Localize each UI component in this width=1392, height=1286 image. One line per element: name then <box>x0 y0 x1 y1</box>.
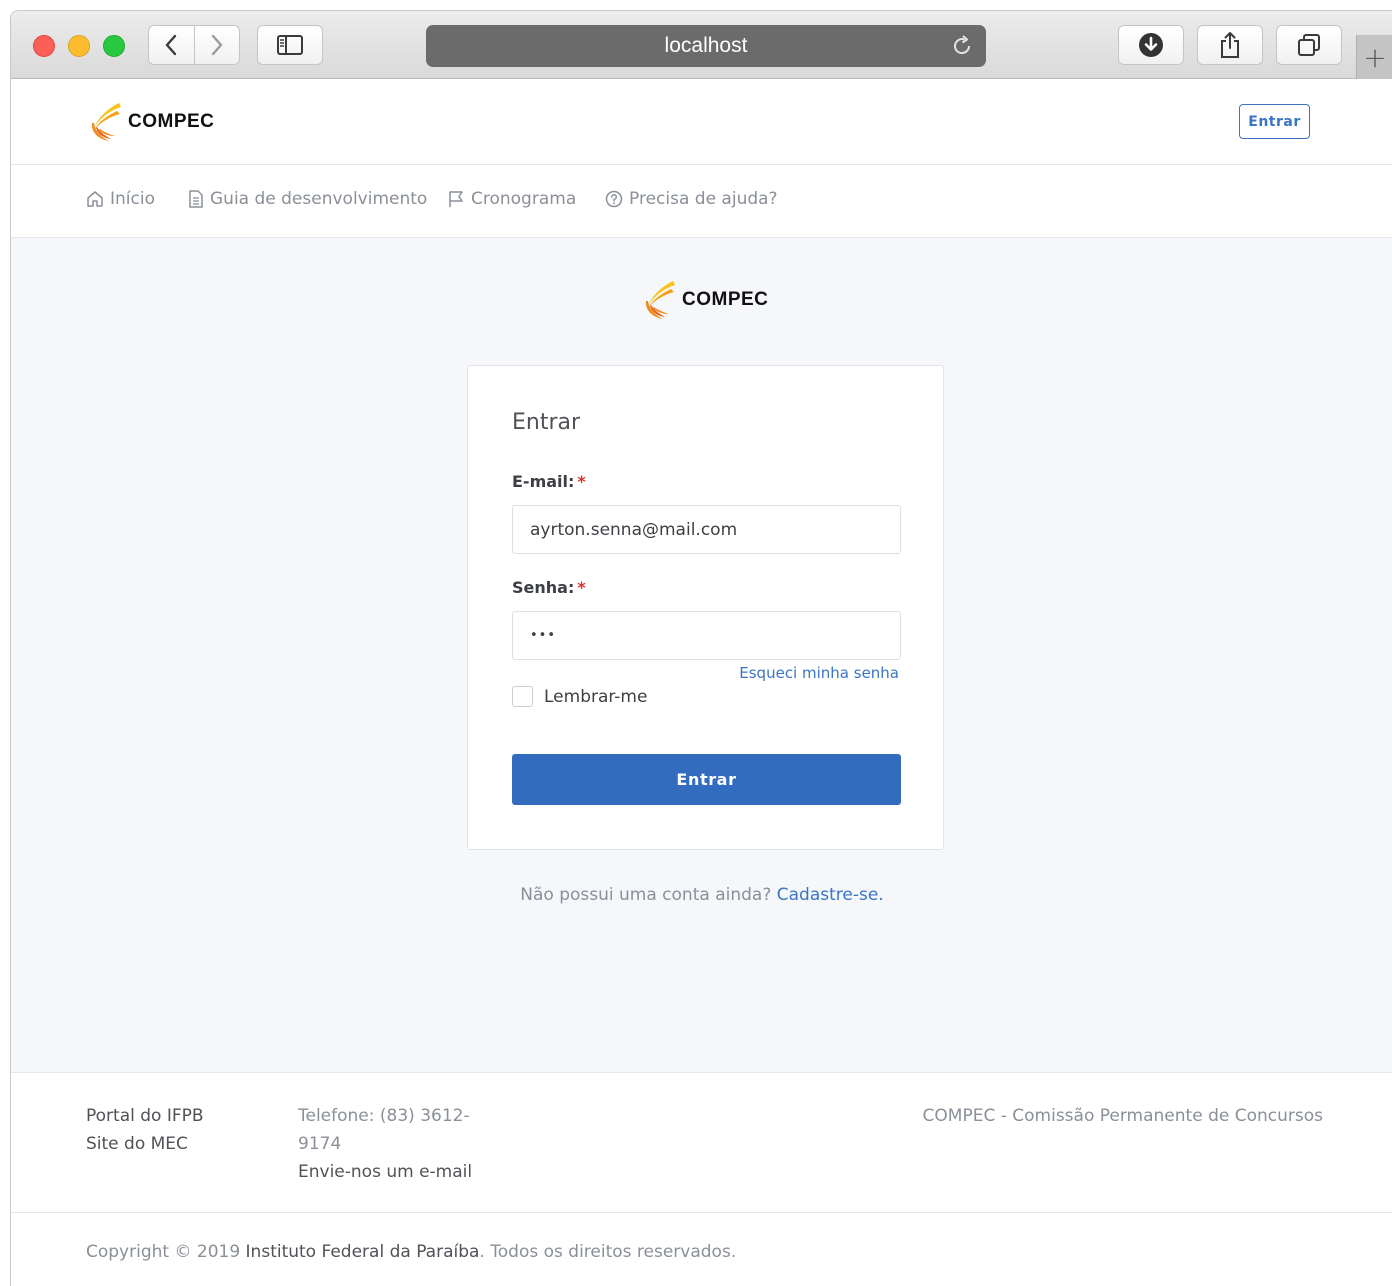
signup-prompt: Não possui uma conta ainda? Cadastre-se. <box>11 885 1392 905</box>
chevron-left-icon <box>166 34 177 56</box>
share-button[interactable] <box>1197 25 1263 65</box>
nav-item-ajuda[interactable]: Precisa de ajuda? <box>605 189 778 209</box>
email-field[interactable]: ayrton.senna@mail.com <box>512 505 901 554</box>
zoom-window-button[interactable] <box>103 35 125 57</box>
login-title: Entrar <box>512 410 581 435</box>
footer-links: Portal do IFPB Site do MEC <box>86 1102 204 1158</box>
tabs-icon <box>1298 34 1320 56</box>
tabs-overview-button[interactable] <box>1276 25 1342 65</box>
remember-me-label: Lembrar-me <box>544 686 648 707</box>
nav-item-cronograma[interactable]: Cronograma <box>448 189 576 209</box>
back-button[interactable] <box>149 26 195 64</box>
site-footer: Portal do IFPB Site do MEC Telefone: (83… <box>11 1072 1392 1286</box>
header-login-button[interactable]: Entrar <box>1239 104 1310 139</box>
web-page: COMPEC Entrar Início Guia de desenvolvim… <box>11 79 1392 1286</box>
url-text: localhost <box>664 34 748 57</box>
password-field[interactable]: ••• <box>512 611 901 660</box>
new-tab-button[interactable]: + <box>1356 35 1392 79</box>
site-header: COMPEC Entrar <box>11 79 1392 165</box>
password-value: ••• <box>530 628 557 643</box>
chevron-right-icon <box>211 34 222 56</box>
email-value: ayrton.senna@mail.com <box>530 519 738 540</box>
browser-toolbar: localhost + <box>11 11 1392 79</box>
nav-item-label: Guia de desenvolvimento <box>210 189 428 209</box>
remember-me[interactable]: Lembrar-me <box>512 686 647 707</box>
signup-text: Não possui uma conta ainda? <box>520 885 772 905</box>
browser-window: localhost + COMPEC Entrar Início Guia de… <box>10 10 1392 1286</box>
footer-org: COMPEC - Comissão Permanente de Concurso… <box>922 1106 1323 1126</box>
download-icon <box>1139 33 1163 57</box>
footer-bottom: Copyright © 2019 Instituto Federal da Pa… <box>11 1212 1392 1286</box>
login-brand-name: COMPEC <box>682 289 769 310</box>
document-icon <box>189 190 203 208</box>
footer-phone-line2: 9174 <box>298 1134 342 1154</box>
address-bar[interactable]: localhost <box>426 25 986 67</box>
remember-me-checkbox[interactable] <box>512 686 533 707</box>
header-brand-name: COMPEC <box>128 111 215 132</box>
header-logo[interactable]: COMPEC <box>89 101 214 143</box>
nav-item-label: Precisa de ajuda? <box>629 189 778 209</box>
required-mark: * <box>577 472 586 491</box>
footer-phone-line1: Telefone: (83) 3612- <box>298 1106 470 1126</box>
required-mark: * <box>577 578 586 597</box>
nav-item-label: Início <box>110 189 155 209</box>
footer-email-link[interactable]: Envie-nos um e-mail <box>298 1158 472 1186</box>
nav-item-label: Cronograma <box>471 189 577 209</box>
help-circle-icon <box>605 190 623 208</box>
nav-item-inicio[interactable]: Início <box>86 189 155 209</box>
copyright-org-link[interactable]: Instituto Federal da Paraíba <box>246 1242 480 1262</box>
compec-logo-icon <box>645 281 675 319</box>
footer-contact: Telefone: (83) 3612- 9174 Envie-nos um e… <box>298 1102 472 1186</box>
history-nav <box>148 25 240 65</box>
home-icon <box>87 191 103 207</box>
login-logo: COMPEC <box>643 279 768 321</box>
email-label: E-mail: * <box>512 472 586 491</box>
forgot-password-link[interactable]: Esqueci minha senha <box>739 664 899 682</box>
login-card: Entrar E-mail: * ayrton.senna@mail.com Se… <box>467 365 944 850</box>
password-label: Senha: * <box>512 578 586 597</box>
login-submit-button[interactable]: Entrar <box>512 754 901 805</box>
copyright: Copyright © 2019 Instituto Federal da Pa… <box>86 1242 737 1262</box>
main-nav: Início Guia de desenvolvimento Cronogram… <box>11 165 1392 238</box>
sidebar-toggle-button[interactable] <box>257 25 323 65</box>
nav-item-guia[interactable]: Guia de desenvolvimento <box>188 189 427 209</box>
reload-icon[interactable] <box>950 34 974 64</box>
footer-link-ifpb[interactable]: Portal do IFPB <box>86 1102 204 1130</box>
compec-logo-icon <box>91 103 121 141</box>
close-window-button[interactable] <box>33 35 55 57</box>
minimize-window-button[interactable] <box>68 35 90 57</box>
signup-link[interactable]: Cadastre-se. <box>777 885 884 905</box>
share-icon <box>1221 32 1239 58</box>
downloads-button[interactable] <box>1118 25 1184 65</box>
footer-link-mec[interactable]: Site do MEC <box>86 1130 204 1158</box>
sidebar-icon <box>277 35 303 55</box>
flag-icon <box>449 191 463 207</box>
forward-button[interactable] <box>195 26 240 64</box>
